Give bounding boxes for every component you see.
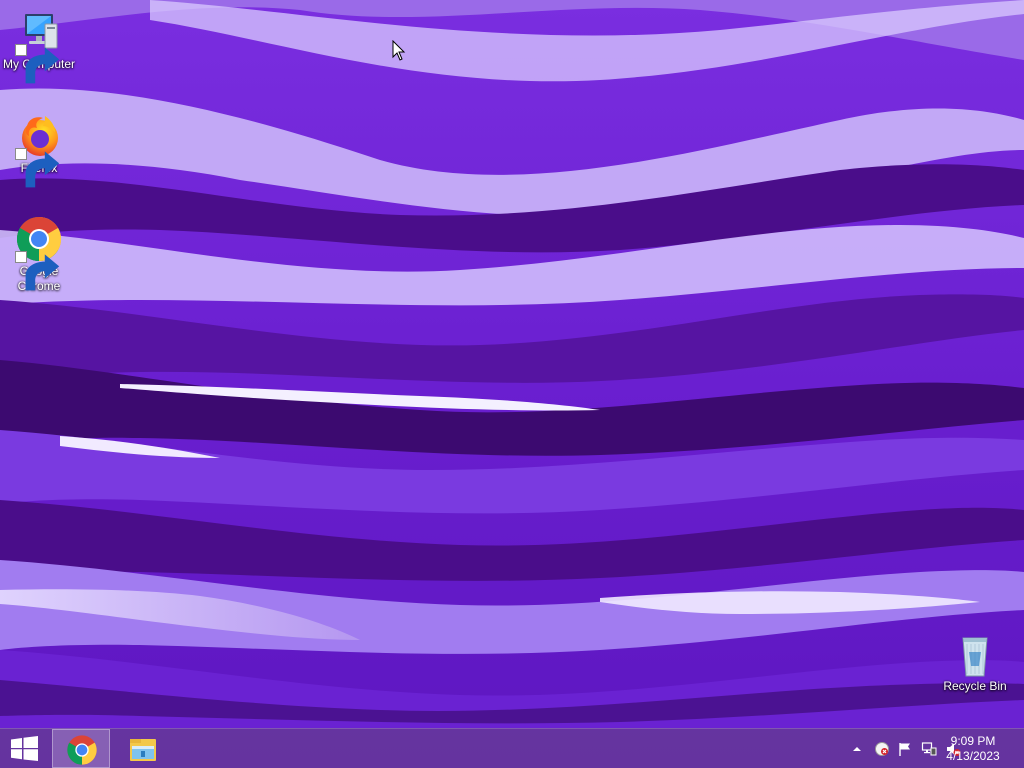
shortcut-arrow-icon — [15, 44, 60, 84]
desktop-icon-recycle-bin[interactable]: Recycle Bin — [937, 630, 1013, 694]
wallpaper — [0, 0, 1024, 768]
desktop-icon-label: Recycle Bin — [943, 679, 1007, 693]
file-explorer-icon — [130, 739, 156, 761]
action-center-flag-icon[interactable] — [897, 741, 913, 757]
desktop-icon-firefox[interactable]: Firefox — [1, 112, 77, 188]
firefox-icon — [15, 112, 63, 188]
security-icon[interactable] — [874, 741, 890, 757]
shortcut-arrow-icon — [15, 148, 60, 188]
clock-time: 9:09 PM — [950, 734, 996, 748]
show-hidden-icons-chevron[interactable] — [849, 741, 865, 757]
mouse-cursor-icon — [392, 40, 406, 61]
taskbar-chrome-button[interactable] — [52, 729, 110, 768]
desktop-icon-my-computer[interactable]: My Computer — [1, 8, 77, 84]
start-button[interactable] — [0, 729, 50, 768]
taskbar-clock[interactable]: 9:09 PM 4/13/2023 — [938, 734, 1008, 764]
taskbar: 9:09 PM 4/13/2023 — [0, 728, 1024, 768]
taskbar-file-explorer-button[interactable] — [114, 729, 172, 768]
system-tray: 9:09 PM 4/13/2023 — [824, 729, 1024, 768]
clock-date: 4/13/2023 — [946, 749, 1000, 763]
network-icon[interactable] — [921, 741, 937, 757]
computer-icon — [15, 8, 63, 84]
windows-logo-icon — [11, 736, 38, 761]
chrome-icon — [15, 215, 63, 291]
chrome-icon — [67, 735, 97, 765]
recycle-bin-icon — [951, 630, 999, 678]
desktop[interactable]: My Computer Firefox — [0, 0, 1024, 768]
desktop-icon-google-chrome[interactable]: Google Chrome — [1, 215, 77, 294]
shortcut-arrow-icon — [15, 251, 60, 291]
